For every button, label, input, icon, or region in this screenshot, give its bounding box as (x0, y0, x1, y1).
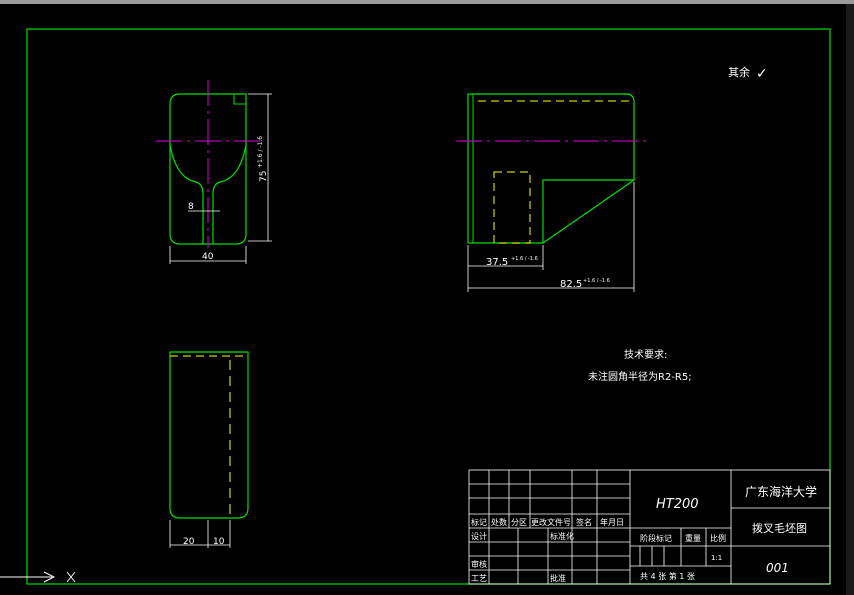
hdr-count: 处数 (491, 517, 507, 527)
hdr-mark: 标记 (471, 517, 487, 527)
row-process: 工艺 (471, 574, 487, 583)
row-design: 设计 (471, 531, 487, 541)
front-view-dimensions (169, 93, 272, 264)
scale-label: 比例 (710, 533, 726, 543)
notes-title: 技术要求: (624, 348, 667, 361)
front-height-dim: 75 (259, 171, 269, 182)
scrollbar-track[interactable] (846, 4, 854, 595)
side-overall-tol: +1.6 / -1.6 (583, 278, 610, 284)
row-review: 审核 (471, 559, 487, 569)
front-view-arc-right (212, 144, 247, 244)
front-view: 40 8 75 +1.6 / -1.6 (156, 80, 272, 264)
roughness-label: 其余 (728, 65, 750, 79)
side-inner-tol: +1.6 / -1.6 (511, 256, 538, 262)
weight-label: 重量 (685, 533, 701, 543)
side-overall-dim: 82.5 (560, 279, 582, 290)
row-standardize: 标准化 (550, 531, 574, 541)
top-view-outline (169, 351, 249, 519)
front-view-arc-left (169, 144, 204, 244)
hdr-sign: 签名 (576, 517, 592, 527)
material-text: HT200 (656, 497, 699, 512)
side-view: 37.5 +1.6 / -1.6 82.5 +1.6 / -1.6 (456, 93, 648, 292)
top-dim-a: 20 (183, 537, 195, 547)
roughness-symbol: ✓ (756, 66, 768, 82)
front-view-step (233, 94, 246, 105)
side-inner-dim: 37.5 (486, 257, 508, 268)
notes-line1: 未注圆角半径为R2-R5; (588, 370, 692, 383)
drawing-number: 001 (766, 561, 789, 575)
hdr-date: 年月日 (600, 517, 624, 527)
window-top-strip (0, 0, 854, 4)
front-height-tol: +1.6 / -1.6 (257, 136, 264, 168)
row-approve: 批准 (550, 573, 566, 583)
university-name: 广东海洋大学 (745, 484, 817, 499)
stage-mark: 阶段标记 (640, 533, 672, 543)
front-slot-dim: 8 (188, 202, 194, 212)
top-view: 20 10 (169, 351, 249, 548)
ucs-icon (0, 571, 76, 583)
drawing-canvas: 其余 ✓ 40 8 75 +1.6 / -1.6 37.5 +1.6 / -1.… (0, 0, 854, 595)
hdr-change-doc: 更改文件号 (531, 517, 571, 527)
side-view-outline (467, 93, 635, 244)
top-dim-b: 10 (213, 537, 225, 547)
drawing-frame (26, 28, 831, 585)
hdr-zone: 分区 (511, 518, 527, 527)
scale-value: 1:1 (711, 554, 722, 562)
sheets-label: 共 4 张 第 1 张 (640, 571, 695, 581)
front-width-dim: 40 (202, 252, 214, 262)
drawing-name: 拨叉毛坯图 (752, 521, 807, 535)
side-view-hidden-slot (493, 171, 531, 244)
